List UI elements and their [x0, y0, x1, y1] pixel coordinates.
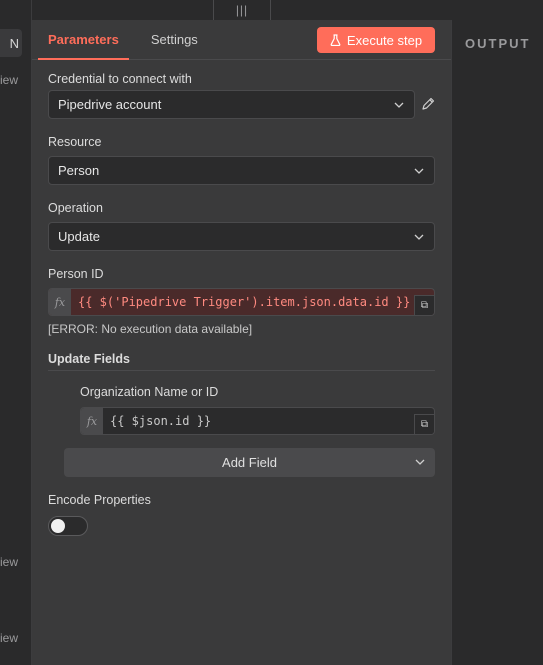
organization-expression-field[interactable]: fx {{ $json.id }} ⧉	[80, 407, 435, 435]
pencil-icon[interactable]	[421, 97, 435, 111]
organization-expression: {{ $json.id }}	[110, 414, 212, 428]
encode-properties-label: Encode Properties	[48, 493, 151, 507]
credential-value: Pipedrive account	[58, 97, 162, 112]
person-id-label: Person ID	[48, 267, 104, 281]
operation-select[interactable]: Update	[48, 222, 435, 251]
parameters-panel: Parameters Settings Execute step Credent…	[32, 20, 451, 665]
ndv-window: ||| N view view view Parameters Settings…	[0, 0, 543, 665]
input-view-link[interactable]: view	[0, 555, 18, 569]
input-view-link[interactable]: view	[0, 73, 18, 87]
credential-select[interactable]: Pipedrive account	[48, 90, 415, 119]
expand-editor-icon[interactable]: ⧉	[414, 295, 434, 315]
add-field-button[interactable]: Add Field	[64, 448, 435, 477]
person-id-expression: {{ $('Pipedrive Trigger').item.json.data…	[78, 295, 411, 309]
tab-parameters[interactable]: Parameters	[32, 19, 135, 60]
encode-properties-toggle[interactable]	[48, 516, 88, 536]
fx-icon: fx	[49, 289, 71, 315]
output-title: OUTPUT	[465, 36, 531, 51]
operation-value: Update	[58, 229, 100, 244]
execute-step-label: Execute step	[346, 32, 423, 48]
panel-drag-handle[interactable]: |||	[213, 0, 271, 20]
chevron-down-icon	[414, 234, 424, 240]
resource-value: Person	[58, 163, 100, 178]
output-panel: OUTPUT	[451, 20, 543, 665]
organization-label: Organization Name or ID	[80, 385, 219, 399]
resource-label: Resource	[48, 135, 102, 149]
person-id-expression-field[interactable]: fx {{ $('Pipedrive Trigger').item.json.d…	[48, 288, 435, 316]
operation-label: Operation	[48, 201, 103, 215]
update-fields-title: Update Fields	[48, 352, 435, 371]
fx-icon: fx	[81, 408, 103, 434]
chevron-down-icon	[394, 102, 404, 108]
chevron-down-icon	[414, 168, 424, 174]
person-id-error: [ERROR: No execution data available]	[48, 322, 253, 336]
add-field-label: Add Field	[222, 455, 277, 470]
credential-label: Credential to connect with	[48, 72, 192, 86]
input-view-link[interactable]: view	[0, 631, 18, 645]
input-panel-button[interactable]: N	[0, 29, 22, 57]
expand-editor-icon[interactable]: ⧉	[414, 414, 434, 434]
resource-select[interactable]: Person	[48, 156, 435, 185]
top-bar	[0, 0, 543, 20]
execute-step-button[interactable]: Execute step	[317, 27, 435, 53]
input-panel: N view view view	[0, 0, 32, 665]
tab-settings[interactable]: Settings	[135, 19, 214, 59]
chevron-down-icon	[415, 459, 425, 465]
toggle-knob	[51, 519, 65, 533]
flask-icon	[330, 34, 341, 46]
